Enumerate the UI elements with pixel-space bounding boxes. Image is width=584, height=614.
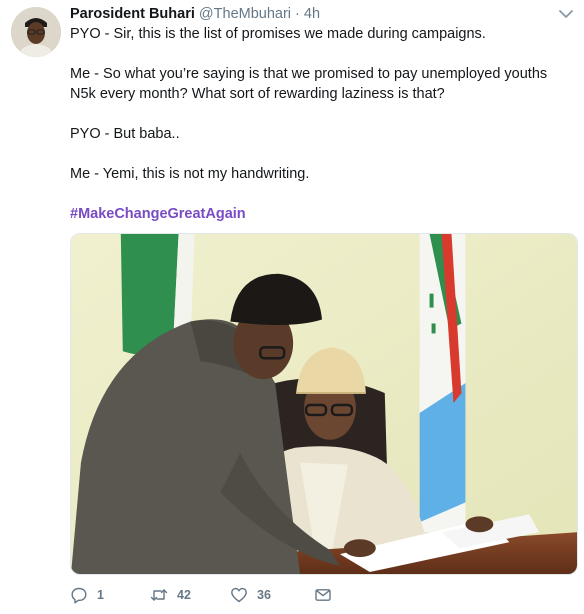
user-handle[interactable]: @TheMbuhari bbox=[199, 6, 291, 22]
timestamp[interactable]: 4h bbox=[304, 6, 320, 22]
tweet-paragraph: PYO - Sir, this is the list of promises … bbox=[70, 26, 486, 42]
office-photo bbox=[71, 234, 577, 574]
reply-icon bbox=[71, 587, 87, 604]
retweet-count: 42 bbox=[177, 588, 191, 602]
avatar-portrait bbox=[11, 7, 61, 57]
tweet-text: PYO - Sir, this is the list of promises … bbox=[70, 24, 570, 244]
like-count: 36 bbox=[257, 588, 271, 602]
heart-icon bbox=[231, 587, 247, 603]
chevron-down-icon bbox=[559, 10, 573, 18]
hashtag-link[interactable]: #MakeChangeGreatAgain bbox=[70, 206, 246, 222]
tweet-paragraph: Me - Yemi, this is not my handwriting. bbox=[70, 166, 310, 182]
retweet-icon bbox=[150, 589, 168, 601]
tweet-photo[interactable] bbox=[70, 233, 578, 575]
direct-message-button[interactable] bbox=[314, 586, 332, 604]
tweet-header: Parosident Buhari @TheMbuhari · 4h bbox=[70, 5, 320, 23]
tweet-actions: 1 42 36 bbox=[70, 586, 332, 604]
separator-dot: · bbox=[295, 6, 300, 22]
display-name[interactable]: Parosident Buhari bbox=[70, 6, 195, 22]
tweet-paragraph: PYO - But baba.. bbox=[70, 126, 180, 142]
tweet-paragraph: Me - So what you’re saying is that we pr… bbox=[70, 66, 548, 102]
reply-button[interactable]: 1 bbox=[70, 586, 150, 604]
tweet-card: Parosident Buhari @TheMbuhari · 4h PYO -… bbox=[0, 0, 584, 614]
like-button[interactable]: 36 bbox=[230, 586, 314, 604]
envelope-icon bbox=[315, 589, 331, 601]
avatar[interactable] bbox=[11, 7, 61, 57]
more-options-button[interactable] bbox=[558, 7, 574, 21]
reply-count: 1 bbox=[97, 588, 104, 602]
retweet-button[interactable]: 42 bbox=[150, 586, 230, 604]
